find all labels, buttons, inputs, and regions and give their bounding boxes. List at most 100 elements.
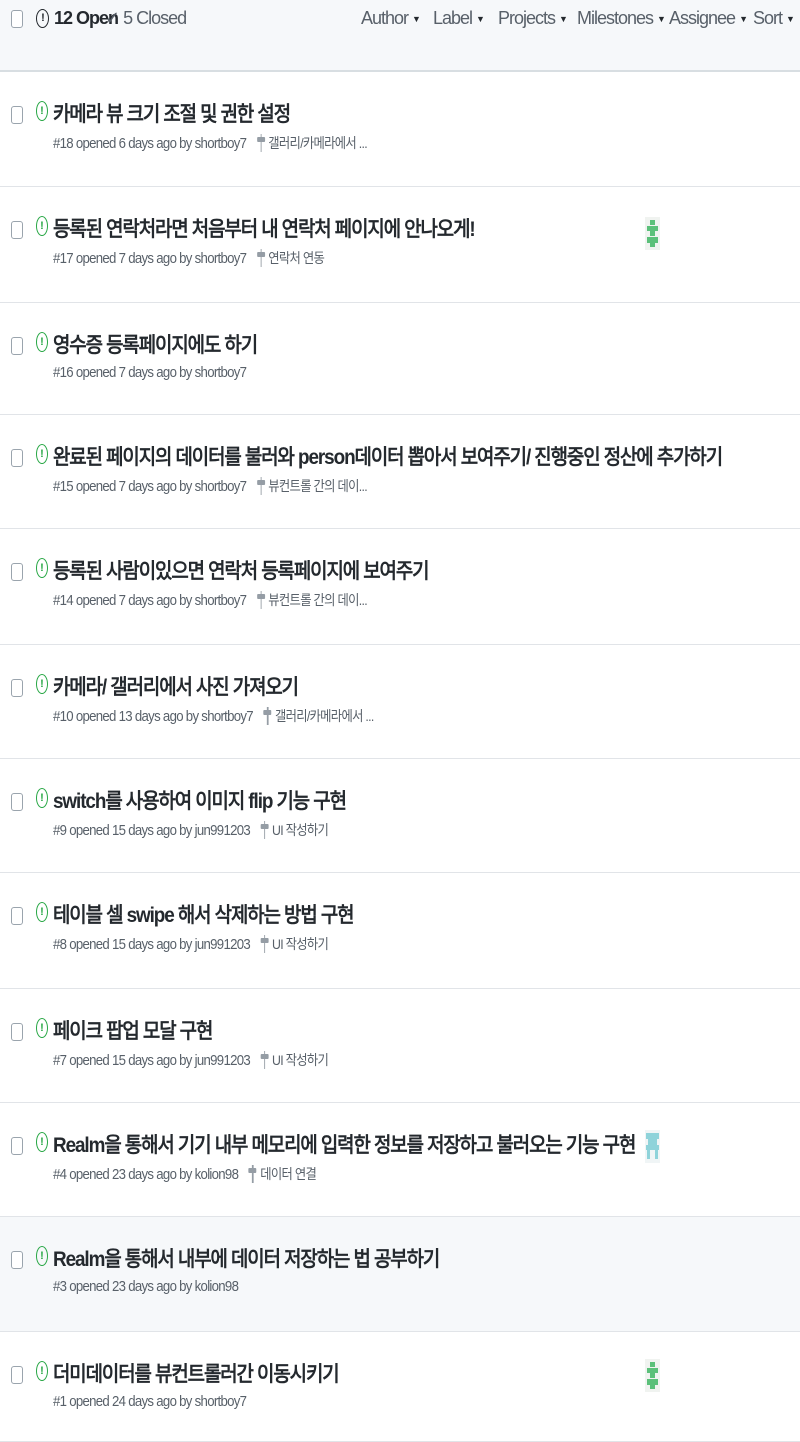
issue-row[interactable]: ! 카메라/ 갤러리에서 사진 가져오기 #10 opened 13 days ag… bbox=[0, 645, 800, 759]
issue-row[interactable]: ! Realm을 통해서 기기 내부 메모리에 입력한 정보를 저장하고 불러오는… bbox=[0, 1103, 800, 1217]
check-icon: ✓ bbox=[105, 8, 120, 28]
issue-checkbox[interactable] bbox=[11, 337, 23, 355]
issue-checkbox[interactable] bbox=[11, 563, 23, 581]
milestone-link[interactable]: UI 작성하기 bbox=[260, 1050, 329, 1070]
milestone-icon bbox=[256, 249, 265, 267]
issue-row[interactable]: ! 카메라 뷰 크기 조절 및 권한 설정 #18 opened 6 days ag… bbox=[0, 72, 800, 187]
issue-checkbox[interactable] bbox=[11, 1137, 23, 1155]
issue-meta-text: #8 opened 15 days ago by jun991203 bbox=[53, 935, 251, 953]
select-all-checkbox[interactable] bbox=[11, 10, 23, 28]
projects-filter[interactable]: Projects ▼ bbox=[498, 8, 568, 29]
milestone-label: 연락처 연동 bbox=[268, 250, 325, 266]
assignee-avatar[interactable] bbox=[645, 1359, 660, 1392]
issue-meta-text: #9 opened 15 days ago by jun991203 bbox=[53, 821, 251, 839]
milestone-icon bbox=[260, 821, 269, 839]
assignee-avatar[interactable] bbox=[645, 217, 660, 250]
label-filter[interactable]: Label ▼ bbox=[433, 8, 485, 29]
issue-title-link[interactable]: switch를 사용하여 이미지 flip 기능 구현 bbox=[53, 785, 347, 815]
sort-filter[interactable]: Sort ▼ bbox=[753, 8, 795, 29]
milestones-filter-label: Milestones bbox=[577, 8, 654, 28]
issue-title-link[interactable]: 등록된 연락처라면 처음부터 내 연락처 페이지에 안나오게! bbox=[53, 213, 476, 243]
milestone-link[interactable]: UI 작성하기 bbox=[260, 820, 329, 840]
assignee-avatar[interactable] bbox=[645, 1130, 660, 1163]
closed-count-label: 5 Closed bbox=[123, 8, 187, 28]
issue-opened-icon: ! bbox=[36, 1361, 48, 1381]
milestone-link[interactable]: 데이터 연결 bbox=[248, 1164, 317, 1184]
milestone-icon bbox=[248, 1165, 257, 1183]
issue-row[interactable]: ! 페이크 팝업 모달 구현 #7 opened 15 days ago by ju… bbox=[0, 989, 800, 1103]
issue-title-link[interactable]: Realm을 통해서 내부에 데이터 저장하는 법 공부하기 bbox=[53, 1243, 440, 1273]
issue-row[interactable]: ! 더미데이터를 뷰컨트롤러간 이동시키기 #1 opened 24 days ag… bbox=[0, 1332, 800, 1442]
issue-opened-icon: ! bbox=[36, 332, 48, 352]
issue-opened-icon: ! bbox=[36, 101, 48, 121]
milestone-icon bbox=[260, 1051, 269, 1069]
issues-list-header: ! 12 Open ✓ 5 Closed Author ▼ Label ▼ Proje… bbox=[0, 0, 800, 72]
caret-down-icon: ▼ bbox=[559, 13, 568, 24]
issue-meta: #14 opened 7 days ago by shortboy7 뷰컨트롤 간… bbox=[53, 590, 368, 610]
issue-meta: #10 opened 13 days ago by shortboy7 갤러리/카… bbox=[53, 706, 374, 726]
issue-row[interactable]: ! 등록된 사람이있으면 연락처 등록페이지에 보여주기 #14 opened 7 … bbox=[0, 529, 800, 645]
caret-down-icon: ▼ bbox=[657, 13, 666, 24]
milestone-link[interactable]: 뷰컨트롤 간의 데이... bbox=[256, 476, 368, 496]
issue-checkbox[interactable] bbox=[11, 1366, 23, 1384]
issue-row[interactable]: ! 등록된 연락처라면 처음부터 내 연락처 페이지에 안나오게! #17 open… bbox=[0, 187, 800, 303]
issue-opened-icon: ! bbox=[36, 9, 49, 28]
issue-checkbox[interactable] bbox=[11, 449, 23, 467]
issue-opened-icon: ! bbox=[36, 1132, 48, 1152]
milestone-label: UI 작성하기 bbox=[271, 936, 329, 952]
issue-meta-text: #14 opened 7 days ago by shortboy7 bbox=[53, 591, 247, 609]
issue-meta-text: #1 opened 24 days ago by shortboy7 bbox=[53, 1393, 247, 1410]
issue-meta: #8 opened 15 days ago by jun991203 UI 작성하… bbox=[53, 934, 329, 954]
issue-meta: #18 opened 6 days ago by shortboy7 갤러리/카메… bbox=[53, 133, 368, 153]
milestone-icon bbox=[256, 134, 265, 152]
milestones-filter[interactable]: Milestones ▼ bbox=[577, 8, 666, 29]
issue-opened-icon: ! bbox=[36, 444, 48, 464]
milestone-label: UI 작성하기 bbox=[271, 822, 329, 838]
issue-row[interactable]: ! 테이블 셀 swipe 해서 삭제하는 방법 구현 #8 opened 15 d… bbox=[0, 873, 800, 989]
issue-title-link[interactable]: 등록된 사람이있으면 연락처 등록페이지에 보여주기 bbox=[53, 555, 430, 585]
milestone-label: 갤러리/카메라에서 ... bbox=[268, 135, 367, 151]
milestone-link[interactable]: 갤러리/카메라에서 ... bbox=[263, 706, 374, 726]
issue-meta-text: #3 opened 23 days ago by kolion98 bbox=[53, 1278, 239, 1295]
issue-checkbox[interactable] bbox=[11, 1251, 23, 1269]
issue-checkbox[interactable] bbox=[11, 221, 23, 239]
issue-checkbox[interactable] bbox=[11, 1023, 23, 1041]
issue-title-link[interactable]: Realm을 통해서 기기 내부 메모리에 입력한 정보를 저장하고 불러오는 … bbox=[53, 1129, 636, 1159]
issue-meta-text: #10 opened 13 days ago by shortboy7 bbox=[53, 707, 254, 725]
issue-meta: #4 opened 23 days ago by kolion98 데이터 연결 bbox=[53, 1164, 317, 1184]
milestone-link[interactable]: UI 작성하기 bbox=[260, 934, 329, 954]
issue-row[interactable]: ! switch를 사용하여 이미지 flip 기능 구현 #9 opened 15… bbox=[0, 759, 800, 873]
issue-meta: #3 opened 23 days ago by kolion98 bbox=[53, 1278, 239, 1295]
issue-opened-icon: ! bbox=[36, 902, 48, 922]
caret-down-icon: ▼ bbox=[476, 13, 485, 24]
issue-checkbox[interactable] bbox=[11, 679, 23, 697]
issue-meta-text: #15 opened 7 days ago by shortboy7 bbox=[53, 477, 247, 495]
assignee-filter[interactable]: Assignee ▼ bbox=[669, 8, 748, 29]
issue-row[interactable]: ! Realm을 통해서 내부에 데이터 저장하는 법 공부하기 #3 opened… bbox=[0, 1217, 800, 1332]
assignee-filter-label: Assignee bbox=[669, 8, 736, 28]
milestone-label: UI 작성하기 bbox=[271, 1052, 329, 1068]
issue-title-link[interactable]: 완료된 페이지의 데이터를 불러와 person데이터 뽑아서 보여주기/ 진행… bbox=[53, 441, 723, 471]
issue-title-link[interactable]: 테이블 셀 swipe 해서 삭제하는 방법 구현 bbox=[53, 899, 355, 929]
issue-checkbox[interactable] bbox=[11, 106, 23, 124]
issue-title-link[interactable]: 카메라 뷰 크기 조절 및 권한 설정 bbox=[53, 98, 291, 128]
issue-checkbox[interactable] bbox=[11, 793, 23, 811]
milestone-link[interactable]: 연락처 연동 bbox=[256, 248, 325, 268]
issue-meta-text: #16 opened 7 days ago by shortboy7 bbox=[53, 364, 247, 381]
issue-checkbox[interactable] bbox=[11, 907, 23, 925]
milestone-icon bbox=[263, 707, 272, 725]
author-filter[interactable]: Author ▼ bbox=[361, 8, 421, 29]
milestone-link[interactable]: 뷰컨트롤 간의 데이... bbox=[256, 590, 368, 610]
milestone-link[interactable]: 갤러리/카메라에서 ... bbox=[256, 133, 368, 153]
issue-row[interactable]: ! 영수증 등록페이지에도 하기 #16 opened 7 days ago by … bbox=[0, 303, 800, 415]
issue-meta: #16 opened 7 days ago by shortboy7 bbox=[53, 364, 247, 381]
issue-title-link[interactable]: 카메라/ 갤러리에서 사진 가져오기 bbox=[53, 671, 299, 701]
label-filter-label: Label bbox=[433, 8, 473, 28]
issue-title-link[interactable]: 영수증 등록페이지에도 하기 bbox=[53, 329, 258, 359]
milestone-icon bbox=[256, 477, 265, 495]
closed-issues-filter[interactable]: ✓ 5 Closed bbox=[105, 8, 187, 29]
issue-row[interactable]: ! 완료된 페이지의 데이터를 불러와 person데이터 뽑아서 보여주기/ 진… bbox=[0, 415, 800, 529]
caret-down-icon: ▼ bbox=[412, 13, 421, 24]
issue-title-link[interactable]: 더미데이터를 뷰컨트롤러간 이동시키기 bbox=[53, 1358, 340, 1388]
issue-title-link[interactable]: 페이크 팝업 모달 구현 bbox=[53, 1015, 213, 1045]
